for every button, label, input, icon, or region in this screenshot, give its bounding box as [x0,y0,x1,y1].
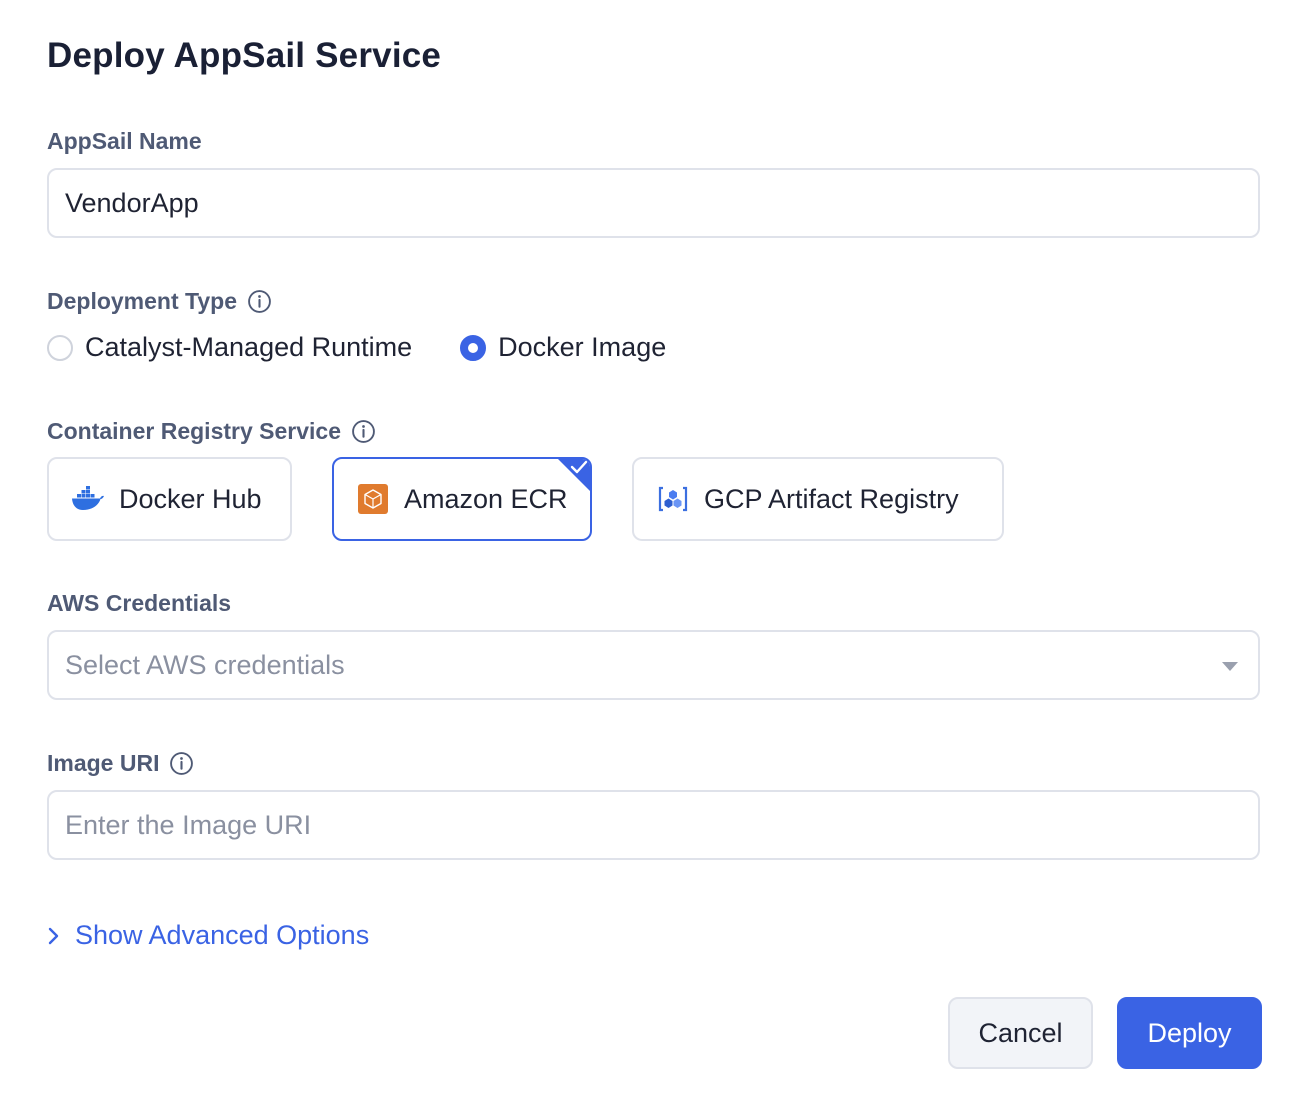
radio-docker-image[interactable]: Docker Image [460,332,666,363]
image-uri-label: Image URI [47,750,194,777]
aws-credentials-placeholder: Select AWS credentials [65,649,345,680]
deployment-type-label-text: Deployment Type [47,288,237,314]
radio-label: Docker Image [498,332,667,362]
gcp-artifact-registry-icon [656,482,690,516]
registry-card-label: GCP Artifact Registry [704,483,959,514]
appsail-name-input[interactable] [47,168,1260,238]
deploy-button[interactable]: Deploy [1117,997,1262,1069]
image-uri-input[interactable] [47,790,1260,860]
registry-card-label: Docker Hub [119,483,262,514]
registry-card-amazon-ecr[interactable]: Amazon ECR [332,457,592,541]
radio-label: Catalyst-Managed Runtime [85,332,413,362]
radio-button[interactable] [47,334,73,361]
selected-check-badge [556,459,590,493]
info-icon[interactable] [247,289,272,314]
show-advanced-options-toggle[interactable]: Show Advanced Options [47,920,369,951]
container-registry-label: Container Registry Service [47,418,376,445]
aws-credentials-select[interactable]: Select AWS credentials [47,630,1260,700]
caret-down-icon [1222,662,1238,671]
deployment-type-label: Deployment Type [47,288,272,315]
appsail-name-label: AppSail Name [47,128,202,155]
deploy-dialog: Deploy AppSail Service AppSail Name Depl… [0,0,1308,1104]
docker-whale-icon [71,482,105,516]
aws-ecr-icon [356,482,390,516]
aws-credentials-label-text: AWS Credentials [47,590,232,616]
chevron-right-icon [48,927,59,944]
aws-credentials-label: AWS Credentials [47,590,231,617]
radio-catalyst-managed-runtime[interactable]: Catalyst-Managed Runtime [47,332,412,363]
registry-card-label: Amazon ECR [404,483,568,514]
show-advanced-options-label: Show Advanced Options [75,920,370,950]
registry-card-gcp-artifact-registry[interactable]: GCP Artifact Registry [632,457,1004,541]
checkmark-icon [570,460,588,474]
deployment-type-radio-group: Catalyst-Managed Runtime Docker Image [47,332,666,363]
image-uri-label-text: Image URI [47,750,160,776]
appsail-name-label-text: AppSail Name [47,128,202,154]
dialog-title: Deploy AppSail Service [47,36,442,75]
registry-card-docker-hub[interactable]: Docker Hub [47,457,292,541]
cancel-button[interactable]: Cancel [948,997,1093,1069]
container-registry-label-text: Container Registry Service [47,418,342,444]
radio-button-checked[interactable] [460,334,487,361]
info-icon[interactable] [351,419,376,444]
info-icon[interactable] [169,751,194,776]
